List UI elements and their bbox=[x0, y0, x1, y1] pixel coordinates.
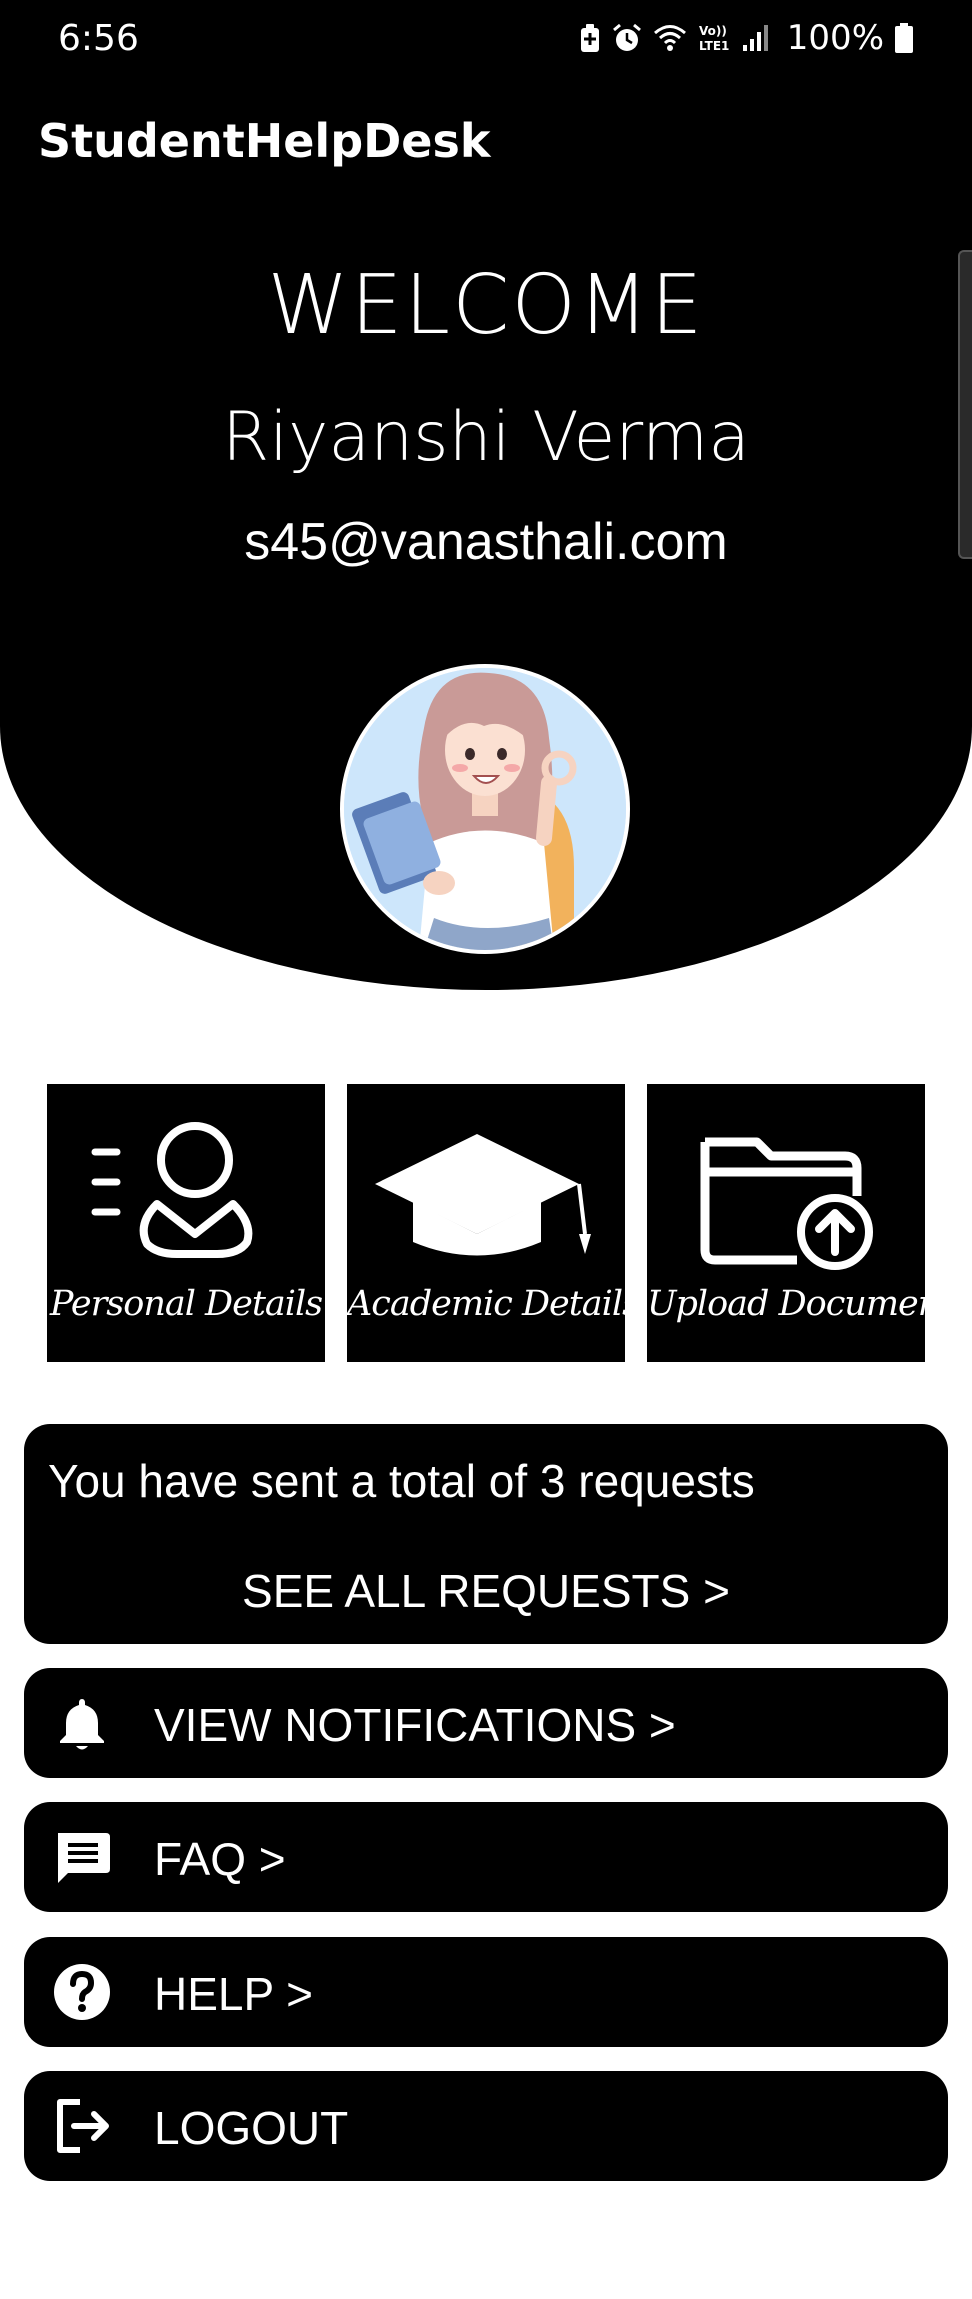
view-notifications-button[interactable]: VIEW NOTIFICATIONS > bbox=[24, 1668, 948, 1778]
avatar-illustration bbox=[344, 668, 626, 950]
personal-details-tile[interactable]: Personal Details bbox=[47, 1084, 325, 1362]
quick-actions: Personal Details Academic Details Upload… bbox=[47, 1084, 970, 1362]
signal-icon bbox=[742, 25, 768, 51]
svg-text:Vo)): Vo)) bbox=[699, 24, 727, 38]
user-name: Riyanshi Verma bbox=[222, 398, 750, 477]
status-bar: 6:56 Vo)) LTE1 100% bbox=[0, 0, 972, 78]
status-icons: Vo)) LTE1 100% bbox=[579, 16, 914, 60]
logout-button[interactable]: LOGOUT bbox=[24, 2071, 948, 2181]
button-label: VIEW NOTIFICATIONS > bbox=[154, 1699, 676, 1751]
battery-saver-icon bbox=[580, 24, 599, 52]
bell-icon bbox=[60, 1699, 104, 1750]
academic-details-tile[interactable]: Academic Details bbox=[347, 1084, 640, 1362]
see-all-requests-button[interactable]: SEE ALL REQUESTS > bbox=[24, 1564, 948, 1618]
status-time: 6:56 bbox=[58, 18, 139, 59]
tile-label: Personal Details bbox=[49, 1284, 323, 1324]
alarm-icon bbox=[612, 23, 641, 51]
chat-icon bbox=[58, 1833, 110, 1883]
welcome-heading: WELCOME bbox=[267, 258, 705, 353]
tile-label: Academic Details bbox=[347, 1284, 640, 1324]
button-label: FAQ > bbox=[154, 1833, 286, 1885]
requests-summary: You have sent a total of 3 requests bbox=[48, 1455, 755, 1507]
faq-button[interactable]: FAQ > bbox=[24, 1802, 948, 1912]
avatar bbox=[340, 664, 630, 954]
wifi-icon bbox=[653, 25, 686, 51]
battery-percentage: 100% bbox=[786, 18, 884, 58]
upload-documents-tile[interactable]: Upload Documents bbox=[647, 1084, 970, 1362]
volte-icon: Vo)) LTE1 bbox=[699, 24, 729, 53]
button-label: LOGOUT bbox=[154, 2102, 349, 2154]
battery-icon bbox=[895, 23, 913, 53]
user-email: s45@vanasthali.com bbox=[244, 513, 728, 571]
requests-card: You have sent a total of 3 requests SEE … bbox=[24, 1424, 948, 1644]
help-button[interactable]: HELP > bbox=[24, 1937, 948, 2047]
app-title: StudentHelpDesk bbox=[38, 114, 491, 168]
tile-label: Upload Documents bbox=[647, 1284, 970, 1324]
home-screen: 6:56 Vo)) LTE1 100% StudentHelpDesk WELC… bbox=[0, 0, 972, 2299]
button-label: HELP > bbox=[154, 1968, 313, 2020]
svg-text:LTE1: LTE1 bbox=[699, 39, 729, 53]
help-icon bbox=[54, 1964, 110, 2020]
logout-icon bbox=[57, 2099, 109, 2153]
